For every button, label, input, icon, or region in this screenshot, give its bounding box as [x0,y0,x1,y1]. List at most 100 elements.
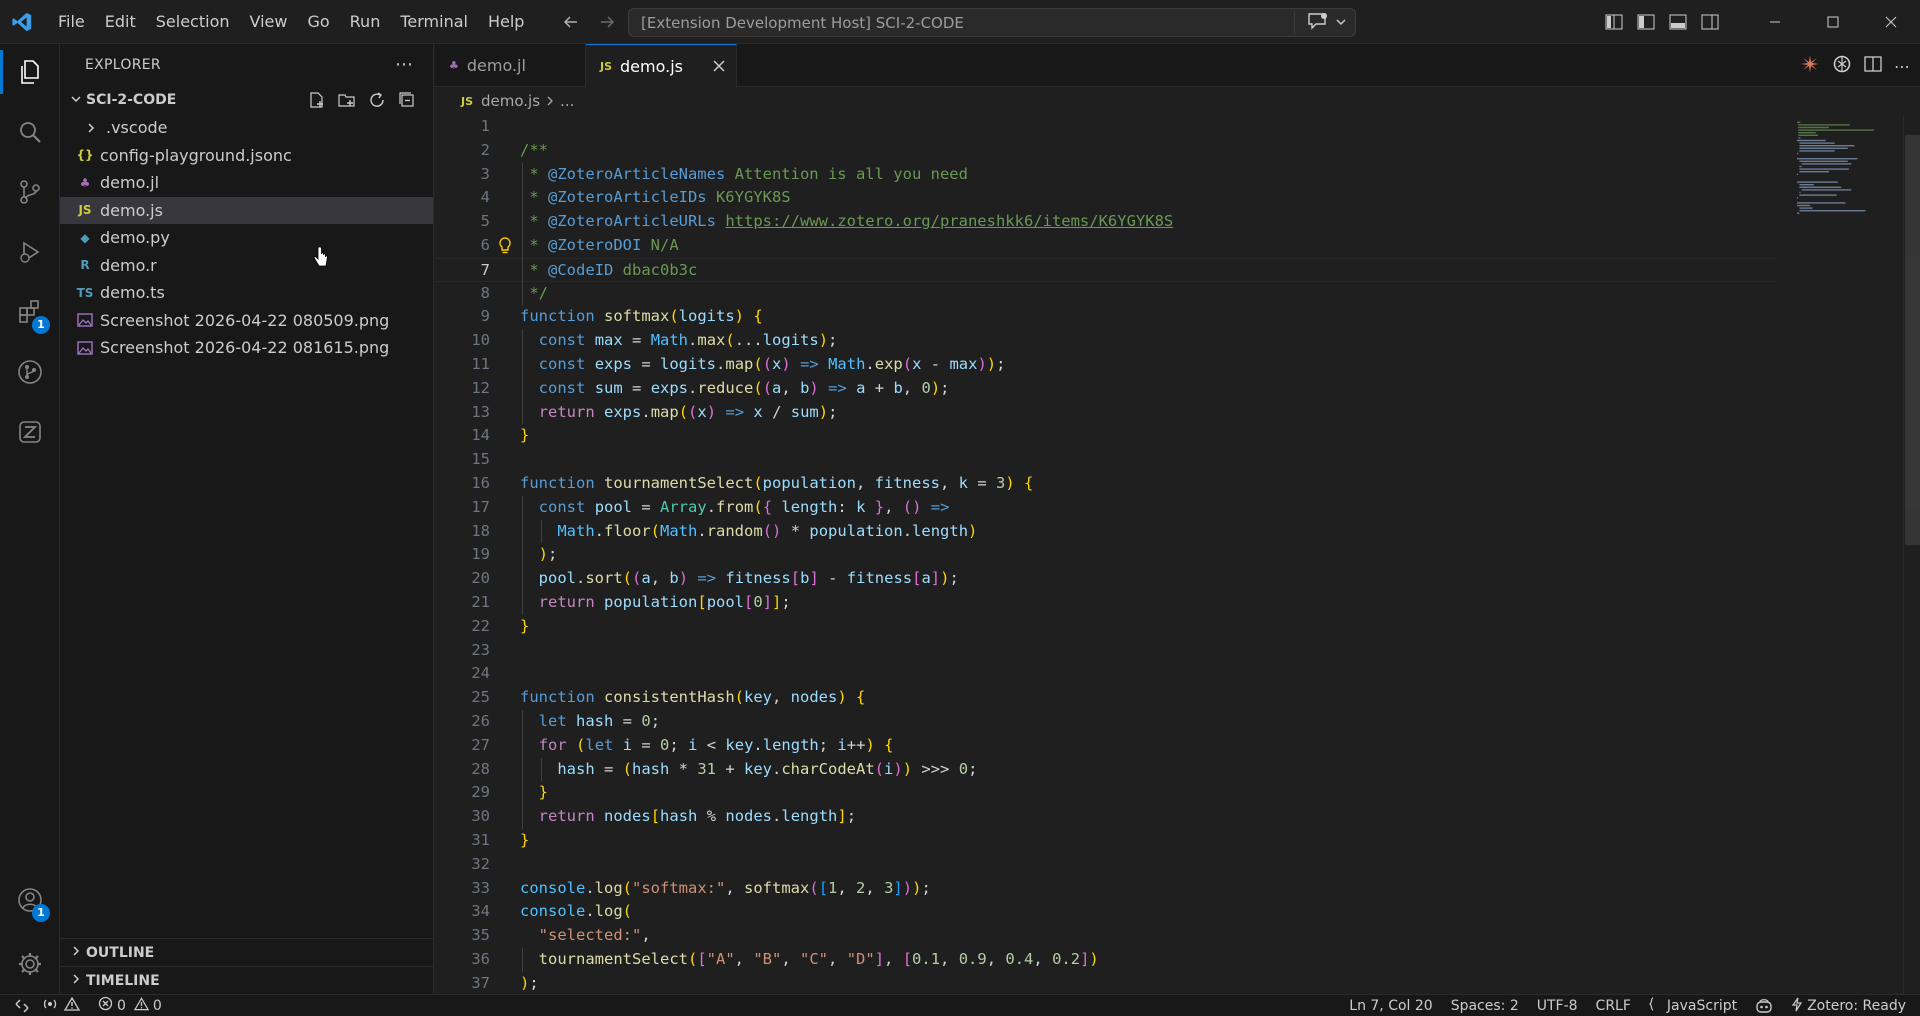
code-line[interactable]: 10 const max = Math.max(...logits); [435,329,1775,353]
chevron-down-icon[interactable] [1335,14,1347,32]
search-icon[interactable] [0,104,60,160]
copilot-icon[interactable] [1746,995,1782,1016]
code-line[interactable]: 3 * @ZoteroArticleNames Attention is all… [435,163,1775,187]
menu-help[interactable]: Help [478,7,534,37]
code-line[interactable]: 17 const pool = Array.from({ length: k }… [435,496,1775,520]
code-line[interactable]: 22} [435,615,1775,639]
vscode-logo-icon[interactable] [0,0,44,44]
outline-section[interactable]: OUTLINE [60,938,434,966]
vertical-scrollbar[interactable] [1903,115,1920,994]
code-line[interactable]: 36 tournamentSelect(["A", "B", "C", "D"]… [435,948,1775,972]
code-line[interactable]: 9 function softmax(logits) { [435,305,1775,329]
code-line[interactable]: 31} [435,829,1775,853]
file-demo-js[interactable]: JS demo.js [60,196,433,224]
back-arrow-icon[interactable] [560,8,582,36]
code-line[interactable]: 35 "selected:", [435,924,1775,948]
code-line[interactable]: 34 console.log( [435,900,1775,924]
tab-demo-jl[interactable]: ♣ demo.jl [435,44,586,87]
file-config-playground-jsonc[interactable]: {} config-playground.jsonc [60,142,433,170]
refresh-icon[interactable] [367,90,387,110]
code-line[interactable]: 29 } [435,781,1775,805]
code-editor[interactable]: 1 2/** 3 * @ZoteroArticleNames Attention i… [435,115,1920,994]
code-line[interactable]: 2 /** [435,139,1775,163]
cursor-position[interactable]: Ln 7, Col 20 [1340,995,1441,1016]
code-line[interactable]: 21 return population[pool[0]]; [435,591,1775,615]
chat-icon[interactable] [1307,12,1329,34]
file-screenshot-2026-04-22-081615-png[interactable]: Screenshot 2026-04-22 081615.png [60,334,433,362]
code-line[interactable]: 15 [435,448,1775,472]
command-center[interactable]: [Extension Development Host] SCI-2-CODE [628,8,1356,37]
file-screenshot-2026-04-22-080509-png[interactable]: Screenshot 2026-04-22 080509.png [60,307,433,335]
code-line[interactable]: 12 const sum = exps.reduce((a, b) => a +… [435,377,1775,401]
breadcrumb-symbol[interactable]: ... [560,92,574,110]
forward-arrow-icon[interactable] [596,8,618,36]
minimap[interactable] [1785,115,1885,235]
lightbulb-icon[interactable] [498,237,512,259]
timeline-section[interactable]: TIMELINE [60,966,434,994]
menu-edit[interactable]: Edit [95,7,146,37]
breadcrumb-file[interactable]: demo.js [481,92,540,110]
close-window-icon[interactable] [1862,0,1920,44]
maximize-icon[interactable] [1804,0,1862,44]
menu-terminal[interactable]: Terminal [390,7,478,37]
minimize-icon[interactable] [1746,0,1804,44]
code-line[interactable]: 19 ); [435,543,1775,567]
code-line[interactable]: 33 console.log("softmax:", softmax([1, 2,… [435,877,1775,901]
zotero-icon[interactable] [0,404,60,460]
source-control-icon[interactable] [0,164,60,220]
code-line[interactable]: 7 * @CodeID dbac0b3c [435,257,1775,282]
openai-icon[interactable] [1832,54,1852,78]
indentation[interactable]: Spaces: 2 [1442,995,1528,1016]
code-line[interactable]: 11 const exps = logits.map((x) => Math.e… [435,353,1775,377]
toggle-primary-sidebar-icon[interactable] [1630,0,1662,44]
accounts-icon[interactable]: 1 [0,872,60,928]
code-line[interactable]: 24 [435,662,1775,686]
new-file-icon[interactable] [307,90,327,110]
code-line[interactable]: 8 */ [435,282,1775,306]
problems-indicator[interactable]: 0 0 [89,995,171,1016]
menu-go[interactable]: Go [297,7,339,37]
menu-file[interactable]: File [48,7,95,37]
customize-layout-icon[interactable] [1598,0,1630,44]
code-line[interactable]: 32 [435,853,1775,877]
end-of-line[interactable]: CRLF [1587,995,1640,1016]
file-demo-ts[interactable]: TS demo.ts [60,279,433,307]
code-line[interactable]: 16 function tournamentSelect(population, … [435,472,1775,496]
code-line[interactable]: 25 function consistentHash(key, nodes) { [435,686,1775,710]
tab-demo-js[interactable]: JS demo.js [586,44,737,88]
code-line[interactable]: 4 * @ZoteroArticleIDs K6YGYK8S [435,186,1775,210]
port-warning-item[interactable] [43,995,89,1016]
more-actions-icon[interactable]: ⋯ [395,54,413,75]
code-line[interactable]: 14} [435,424,1775,448]
explorer-icon[interactable] [0,44,60,100]
code-line[interactable]: 26 let hash = 0; [435,710,1775,734]
file--vscode[interactable]: .vscode [60,114,433,142]
run-debug-icon[interactable] [0,224,60,280]
file-demo-py[interactable]: ◆ demo.py [60,224,433,252]
menu-view[interactable]: View [240,7,298,37]
extensions-icon[interactable]: 1 [0,284,60,340]
menu-selection[interactable]: Selection [146,7,240,37]
zotero-status[interactable]: Zotero: Ready [1782,995,1920,1016]
code-line[interactable]: 27 for (let i = 0; i < key.length; i++) … [435,734,1775,758]
code-line[interactable]: 30 return nodes[hash % nodes.length]; [435,805,1775,829]
menu-run[interactable]: Run [340,7,391,37]
encoding[interactable]: UTF-8 [1528,995,1587,1016]
claude-spark-icon[interactable] [1800,54,1820,78]
code-line[interactable]: 20 pool.sort((a, b) => fitness[b] - fitn… [435,567,1775,591]
language-mode[interactable]: JavaScript [1640,995,1746,1016]
remote-icon[interactable] [0,995,44,1016]
toggle-secondary-sidebar-icon[interactable] [1694,0,1726,44]
code-line[interactable]: 13 return exps.map((x) => x / sum); [435,401,1775,425]
split-editor-icon[interactable] [1864,56,1882,76]
collapse-all-icon[interactable] [397,90,417,110]
code-line[interactable]: 23 [435,639,1775,663]
settings-gear-icon[interactable] [0,936,60,992]
git-graph-icon[interactable] [0,344,60,400]
code-line[interactable]: 5 * @ZoteroArticleURLs https://www.zoter… [435,210,1775,234]
code-line[interactable]: 1 [435,115,1775,139]
scrollbar-thumb[interactable] [1905,135,1920,545]
code-line[interactable]: 28 hash = (hash * 31 + key.charCodeAt(i)… [435,758,1775,782]
file-demo-jl[interactable]: ♣ demo.jl [60,169,433,197]
more-editor-actions-icon[interactable]: ⋯ [1894,57,1910,76]
